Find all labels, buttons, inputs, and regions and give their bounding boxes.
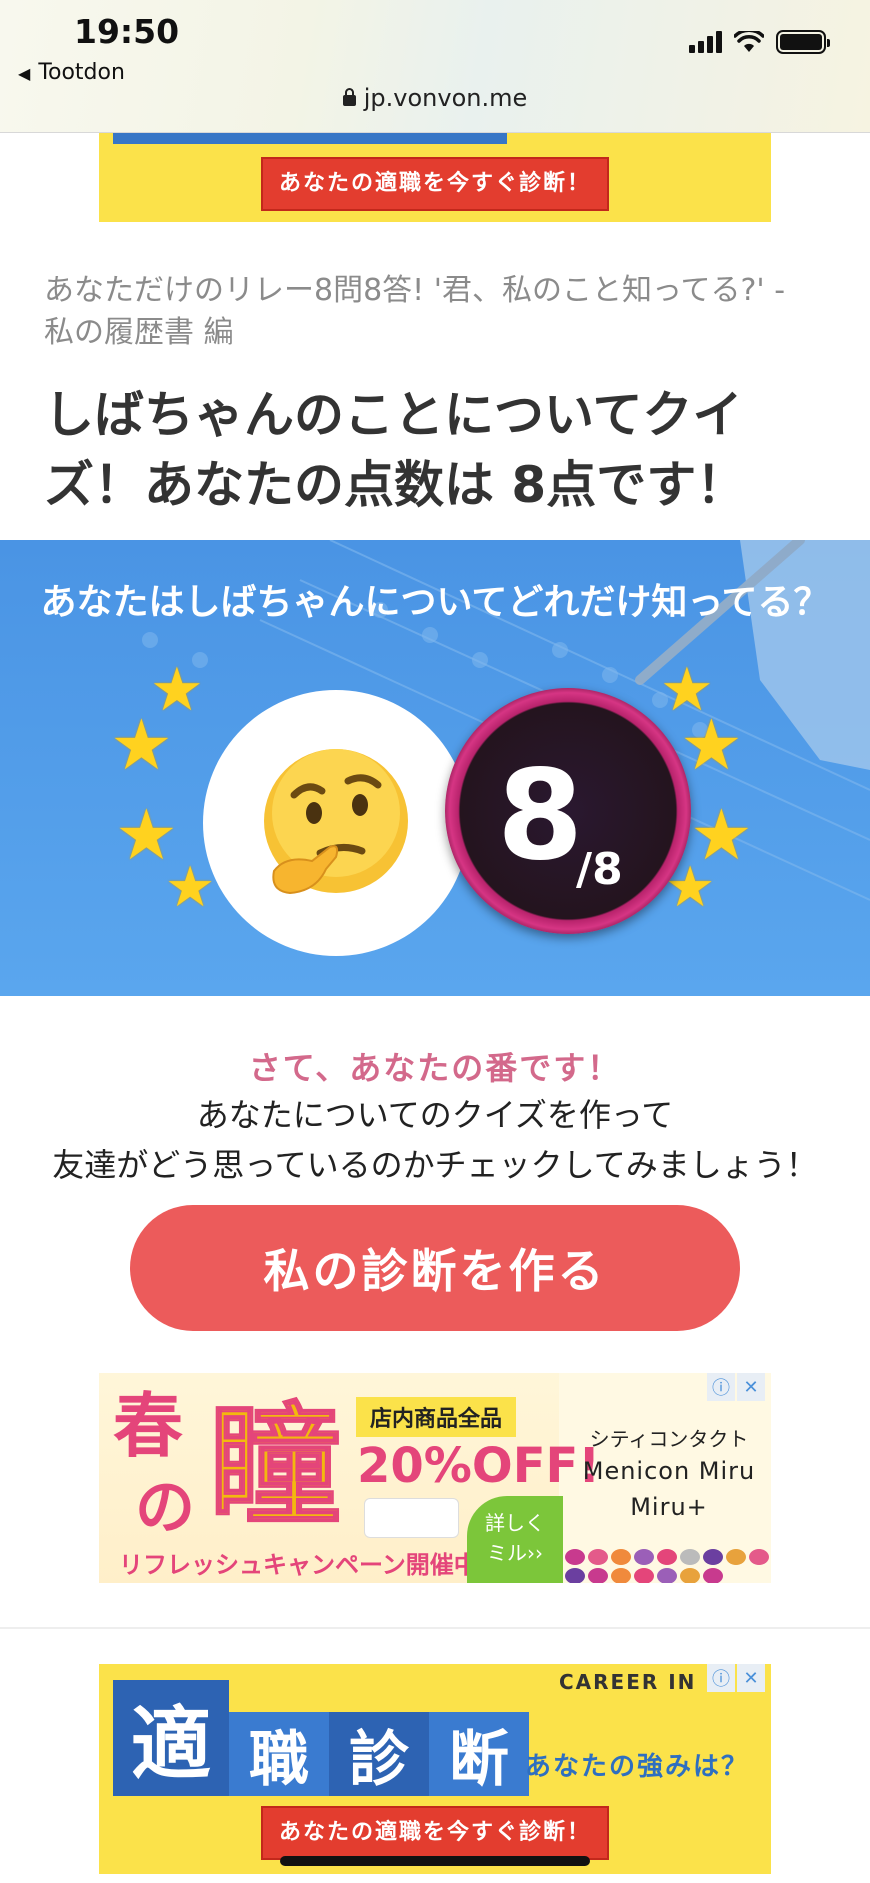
star-icon: ★ [150, 655, 204, 725]
cta-description-line-2: 友達がどう思っているのかチェックしてみましょう！ [52, 1146, 818, 1184]
ad-haru-text: 春 [113, 1385, 183, 1467]
battery-icon [776, 30, 830, 54]
cta-description: あなたについてのクイズを作って 友達がどう思っているのかチェックしてみましょう！ [0, 1090, 870, 1190]
ad-sale-label: 店内商品全品 [356, 1397, 517, 1437]
ad-no-text: の [135, 1473, 195, 1543]
lock-icon [342, 88, 356, 106]
ad-choices: ⓘ ✕ [707, 1664, 765, 1692]
ad-campaign-text: リフレッシュキャンペーン開催中!! [119, 1551, 500, 1579]
ad-detail-button[interactable]: 詳しく ミル›› [467, 1496, 563, 1583]
back-to-app-button[interactable]: ◀ Tootdon [18, 60, 125, 85]
ad-info-icon[interactable]: ⓘ [707, 1664, 735, 1692]
cta-description-line-1: あなたについてのクイズを作って [196, 1096, 674, 1134]
product-box-image [364, 1498, 459, 1538]
contact-lens-ad[interactable]: 春 の 瞳 店内商品全品 20%OFF! リフレッシュキャンペーン開催中!! 詳… [99, 1373, 771, 1583]
star-icon: ★ [165, 855, 216, 920]
ad-choices: ⓘ ✕ [707, 1373, 765, 1401]
ad-brand-name: Menicon Miru Miru+ [582, 1457, 756, 1521]
ad-brand-subtitle: シティコンタクト [589, 1427, 749, 1451]
back-arrow-icon: ◀ [18, 64, 31, 83]
browser-status-bar: 19:50 ◀ Tootdon jp.vonvon.me [0, 0, 870, 133]
url-text: jp.vonvon.me [363, 84, 528, 112]
score-total: /8 [576, 844, 623, 895]
home-indicator[interactable] [280, 1856, 590, 1866]
ad-cta-button[interactable]: あなたの適職を今すぐ診断！ [261, 157, 609, 211]
thinking-face-icon [264, 749, 408, 895]
ad-cta-button[interactable]: あなたの適職を今すぐ診断！ [261, 1806, 609, 1860]
result-banner: あなたはしばちゃんについてどれだけ知ってる？ ★ ★ ★ ★ ★ ★ ★ ★ 8… [0, 540, 870, 996]
ad-kanji-3: 診 [329, 1712, 429, 1796]
ad-strength-text: あなたの強みは？ [525, 1752, 750, 1782]
your-turn-heading: さて、あなたの番です！ [248, 1049, 622, 1087]
section-divider [0, 1627, 870, 1629]
ad-info-icon[interactable]: ⓘ [707, 1373, 735, 1401]
system-icons [689, 30, 830, 54]
career-diagnosis-ad[interactable]: 適 職 診 断 CAREER IN あなたの強みは？ あなたの適職を今すぐ診断！… [99, 1664, 771, 1874]
score-value: 8 [497, 744, 584, 888]
address-bar[interactable]: jp.vonvon.me [0, 84, 870, 112]
wifi-icon [734, 31, 764, 52]
ad-close-icon[interactable]: ✕ [737, 1373, 765, 1401]
ad-close-icon[interactable]: ✕ [737, 1664, 765, 1692]
result-question: あなたはしばちゃんについてどれだけ知ってる？ [40, 582, 830, 623]
clock: 19:50 [74, 12, 180, 51]
ad-brand-career: CAREER IN [559, 1670, 697, 1694]
create-quiz-button[interactable]: 私の診断を作る [130, 1205, 740, 1331]
ad-decorative-dots [565, 1549, 771, 1583]
thinking-face-badge [203, 690, 469, 956]
cellular-signal-icon [689, 31, 722, 53]
ad-kanji-4: 断 [429, 1712, 529, 1796]
ad-hitomi-text: 瞳 [208, 1390, 342, 1544]
ad-kanji-1: 適 [113, 1680, 229, 1796]
ad-sale-percent: 20%OFF! [357, 1438, 601, 1494]
star-icon: ★ [660, 655, 714, 725]
quiz-subtitle: あなただけのリレー8問8答! '君、私のこと知ってる?' - 私の履歴書 編 [44, 273, 786, 350]
page-title: しばちゃんのことについてクイズ！あなたの点数は 8点です！ [44, 386, 747, 514]
back-app-label: Tootdon [38, 60, 125, 85]
ad-kanji-2: 職 [229, 1712, 329, 1796]
